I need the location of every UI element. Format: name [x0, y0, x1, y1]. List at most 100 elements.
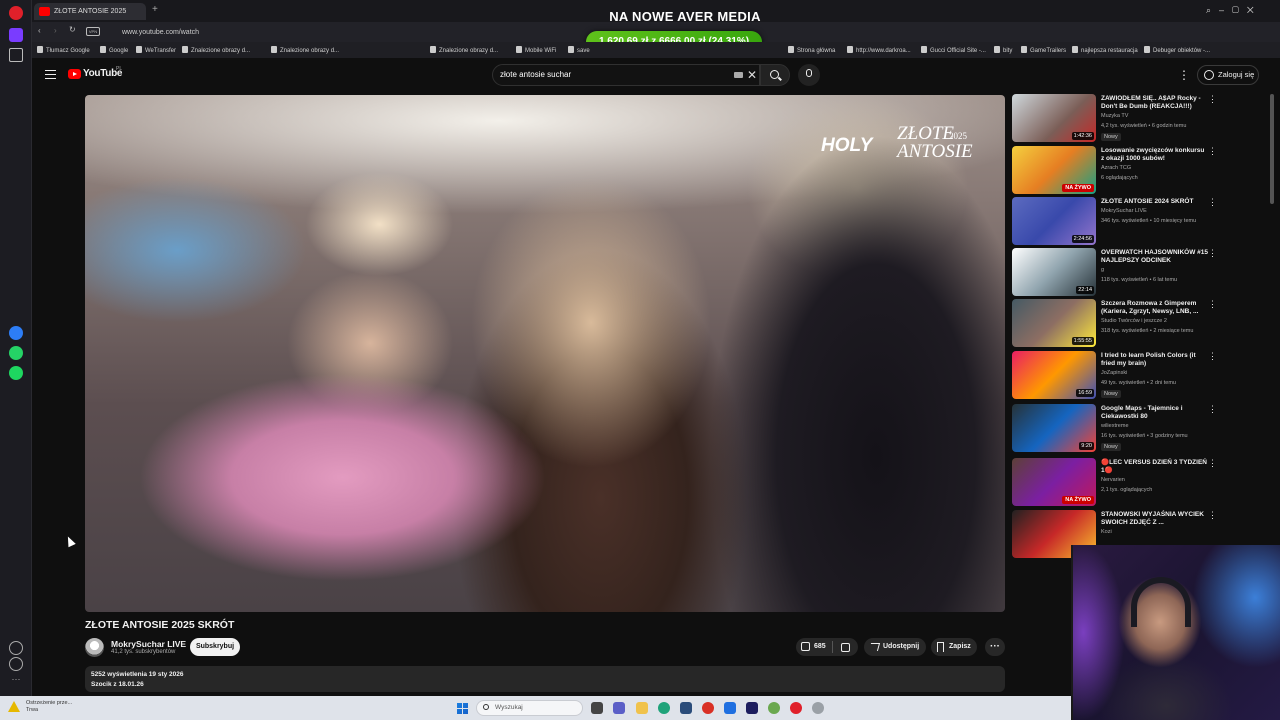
- teams-icon[interactable]: [613, 702, 625, 714]
- more-options-icon[interactable]: ⋮: [1208, 197, 1217, 208]
- recommendation-channel[interactable]: JoZapinski: [1101, 370, 1127, 376]
- chrome-icon[interactable]: [702, 702, 714, 714]
- recommendation-title[interactable]: STANOWSKI WYJAŚNIA WYCIEK SWOICH ZDJĘĆ Z…: [1101, 511, 1209, 527]
- recommendation-title[interactable]: I tried to learn Polish Colors (it fried…: [1101, 352, 1209, 368]
- recommendation-title[interactable]: ZAWIODŁEM SIĘ.. A$AP Rocky - Don't Be Du…: [1101, 95, 1209, 111]
- more-options-icon[interactable]: ⋮: [1208, 248, 1217, 259]
- app-icon[interactable]: [768, 702, 780, 714]
- recommendation-item[interactable]: 2:24:56 ZŁOTE ANTOSIE 2024 SKRÓT MokrySuch…: [1012, 197, 1220, 247]
- calculator-icon[interactable]: [680, 702, 692, 714]
- bookmark-item[interactable]: Debuger obiektów -...: [1144, 46, 1210, 54]
- tab-youtube[interactable]: ZŁOTE ANTOSIE 2025: [34, 3, 146, 20]
- recommendation-channel[interactable]: Nervarien: [1101, 477, 1125, 483]
- taskbar-search-input[interactable]: Wyszukaj: [476, 700, 583, 716]
- premiere-icon[interactable]: [746, 702, 758, 714]
- bookmark-item[interactable]: Tłumacz Google: [37, 46, 90, 54]
- home-icon[interactable]: [9, 28, 23, 42]
- recommendation-channel[interactable]: Muzyka TV: [1101, 113, 1128, 119]
- new-tab-button[interactable]: +: [152, 5, 162, 15]
- more-actions-button[interactable]: ···: [985, 638, 1005, 656]
- settings-menu-icon[interactable]: ⋮: [1178, 67, 1190, 83]
- video-player[interactable]: HOLY ZŁOTE ANTOSIE 2025: [85, 95, 1005, 612]
- recommendation-title[interactable]: ZŁOTE ANTOSIE 2024 SKRÓT: [1101, 198, 1209, 206]
- signin-button[interactable]: Zaloguj się: [1197, 65, 1259, 85]
- app-icon[interactable]: [724, 702, 736, 714]
- search-button[interactable]: [760, 64, 790, 86]
- task-view-icon[interactable]: [591, 702, 603, 714]
- edge-icon[interactable]: [658, 702, 670, 714]
- recommendation-item[interactable]: 1:42:36 ZAWIODŁEM SIĘ.. A$AP Rocky - Don'…: [1012, 94, 1220, 144]
- recommendation-title[interactable]: Losowanie zwycięzców konkursu z okazji 1…: [1101, 147, 1209, 163]
- notification-text[interactable]: Ostrzeżenie prze... Trwa: [26, 700, 72, 714]
- bookmark-item[interactable]: Mobile WiFi: [516, 46, 556, 54]
- more-options-icon[interactable]: ⋮: [1208, 146, 1217, 157]
- recommendation-title[interactable]: Szczera Rozmowa z Gimperem (Kariera, Zgr…: [1101, 300, 1209, 316]
- menu-icon[interactable]: [45, 70, 56, 79]
- subscribe-button[interactable]: Subskrybuj: [190, 638, 240, 656]
- bookmark-item[interactable]: najlepsza restauracja: [1072, 46, 1138, 54]
- spotify-icon[interactable]: [9, 366, 23, 380]
- channel-name[interactable]: MokrySuchar LIVE: [111, 639, 186, 649]
- recommendation-title[interactable]: 🔴LEC VERSUS DZIEŃ 3 TYDZIEŃ 1🔴: [1101, 459, 1209, 475]
- bookmark-item[interactable]: Gucci Official Site -...: [921, 46, 986, 54]
- video-thumbnail[interactable]: 22:14: [1012, 248, 1096, 296]
- share-button[interactable]: Udostępnij: [864, 638, 926, 656]
- recommendation-title[interactable]: Google Maps - Tajemnice i Ciekawostki 80: [1101, 405, 1209, 421]
- avatar[interactable]: [85, 638, 104, 657]
- more-icon[interactable]: ···: [9, 674, 23, 688]
- recommendation-channel[interactable]: Studio Twórców i jeszcze 2: [1101, 318, 1167, 324]
- more-options-icon[interactable]: ⋮: [1208, 458, 1217, 469]
- voice-search-button[interactable]: [798, 64, 820, 86]
- more-options-icon[interactable]: ⋮: [1208, 299, 1217, 310]
- recommendation-item[interactable]: 22:14 OVERWATCH HAJSOWNIKÓW #15 NAJLEPSZY…: [1012, 248, 1220, 298]
- video-thumbnail[interactable]: NA ŻYWO: [1012, 458, 1096, 506]
- video-thumbnail[interactable]: 9:20: [1012, 404, 1096, 452]
- dislike-button[interactable]: [841, 643, 850, 652]
- opera-icon[interactable]: [790, 702, 802, 714]
- scrollbar[interactable]: [1270, 94, 1274, 204]
- video-thumbnail[interactable]: 2:24:56: [1012, 197, 1096, 245]
- more-options-icon[interactable]: ⋮: [1208, 404, 1217, 415]
- app-icon[interactable]: [812, 702, 824, 714]
- keyboard-icon[interactable]: [734, 72, 743, 78]
- whatsapp-icon[interactable]: [9, 346, 23, 360]
- video-thumbnail[interactable]: 1:42:36: [1012, 94, 1096, 142]
- bookmark-item[interactable]: GameTrailers: [1021, 46, 1066, 54]
- opera-logo-icon[interactable]: [9, 6, 23, 20]
- pinboard-icon[interactable]: [9, 48, 23, 62]
- bookmark-item[interactable]: save: [568, 46, 590, 54]
- bookmark-item[interactable]: Strona główna: [788, 46, 835, 54]
- forward-icon[interactable]: ›: [54, 26, 57, 35]
- vpn-badge[interactable]: VPN: [86, 27, 100, 36]
- more-options-icon[interactable]: ⋮: [1208, 351, 1217, 362]
- bookmark-item[interactable]: Google: [100, 46, 128, 54]
- windows-start-icon[interactable]: [457, 703, 468, 714]
- recommendation-item[interactable]: 1:55:55 Szczera Rozmowa z Gimperem (Karie…: [1012, 299, 1220, 349]
- search-input[interactable]: złote antosie suchar ✕: [492, 64, 760, 86]
- heart-icon[interactable]: [9, 641, 23, 655]
- video-thumbnail[interactable]: NA ŻYWO: [1012, 146, 1096, 194]
- reload-icon[interactable]: ↻: [69, 25, 76, 34]
- save-button[interactable]: Zapisz: [931, 638, 977, 656]
- recommendation-channel[interactable]: Azrach TCG: [1101, 165, 1131, 171]
- video-thumbnail[interactable]: 1:55:55: [1012, 299, 1096, 347]
- youtube-logo-icon[interactable]: [68, 69, 81, 79]
- bookmark-item[interactable]: http://www.darkroa...: [847, 46, 911, 54]
- video-thumbnail[interactable]: 16:59: [1012, 351, 1096, 399]
- bookmark-item[interactable]: WeTransfer: [136, 46, 176, 54]
- recommendation-channel[interactable]: MokrySuchar LIVE: [1101, 208, 1147, 214]
- recommendation-channel[interactable]: Kozi: [1101, 529, 1112, 535]
- more-options-icon[interactable]: ⋮: [1208, 510, 1217, 521]
- recommendation-item[interactable]: NA ŻYWO Losowanie zwycięzców konkursu z o…: [1012, 146, 1220, 196]
- window-controls[interactable]: ⌕–▢✕: [1206, 5, 1276, 16]
- recommendation-item[interactable]: NA ŻYWO 🔴LEC VERSUS DZIEŃ 3 TYDZIEŃ 1🔴 Ner…: [1012, 458, 1220, 508]
- recommendation-item[interactable]: 9:20 Google Maps - Tajemnice i Ciekawostk…: [1012, 404, 1220, 454]
- back-icon[interactable]: ‹: [38, 26, 41, 35]
- bookmark-item[interactable]: Znalezione obrazy d...: [182, 46, 250, 54]
- clear-icon[interactable]: ✕: [747, 67, 757, 83]
- recommendation-item[interactable]: 16:59 I tried to learn Polish Colors (it …: [1012, 351, 1220, 401]
- bookmark-item[interactable]: Znalezione obrazy d...: [430, 46, 498, 54]
- recommendation-title[interactable]: OVERWATCH HAJSOWNIKÓW #15 NAJLEPSZY ODCI…: [1101, 249, 1209, 265]
- bookmark-item[interactable]: bity: [994, 46, 1012, 54]
- history-icon[interactable]: [9, 657, 23, 671]
